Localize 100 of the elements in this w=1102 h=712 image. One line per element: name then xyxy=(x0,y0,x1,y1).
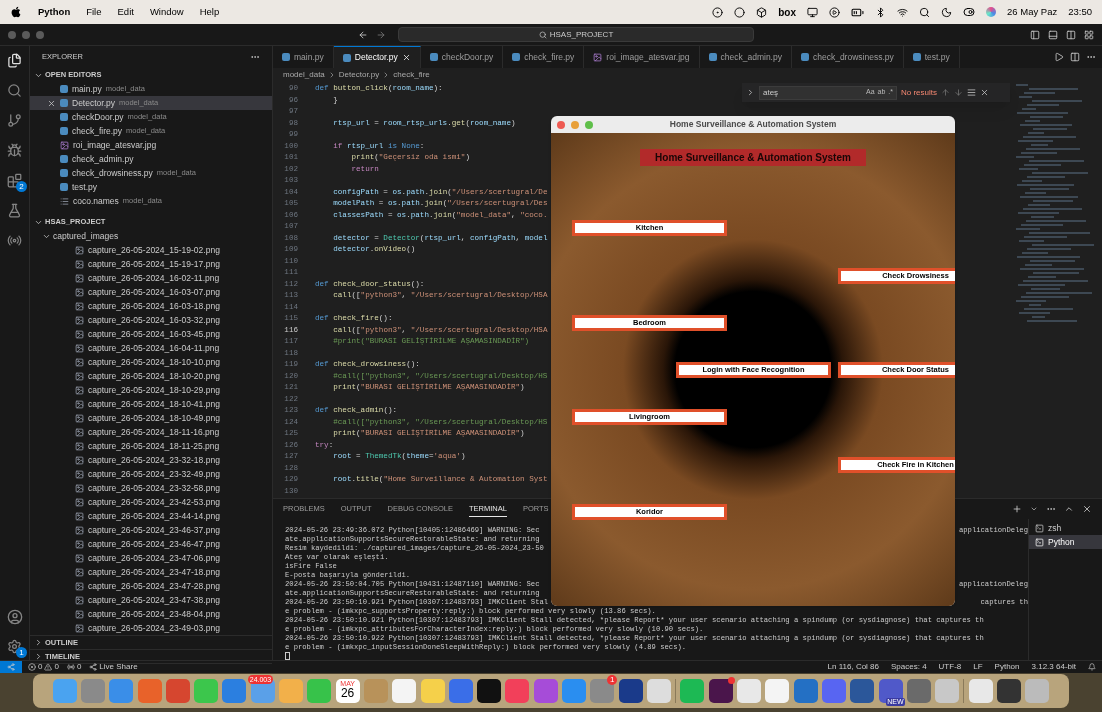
app-icon[interactable] xyxy=(708,679,733,703)
editor-tab[interactable]: roi_image_atesvar.jpg xyxy=(584,46,700,68)
extensions-icon[interactable] xyxy=(7,173,22,188)
file-item[interactable]: capture_26-05-2024_23-44-14.png xyxy=(30,509,272,523)
menu-bar-date[interactable]: 26 May Paz xyxy=(1007,4,1058,20)
display-icon[interactable] xyxy=(807,6,819,18)
find-in-selection-icon[interactable] xyxy=(967,88,976,97)
file-item[interactable]: capture_26-05-2024_16-03-07.png xyxy=(30,285,272,299)
app-icon[interactable] xyxy=(997,679,1022,703)
terminal-session[interactable]: Python xyxy=(1029,535,1102,549)
status-item[interactable]: Python xyxy=(994,661,1020,673)
close-icon[interactable] xyxy=(980,88,989,97)
folder-item[interactable]: captured_images xyxy=(30,229,272,243)
menu-item[interactable]: Window xyxy=(149,4,184,20)
layout-icon[interactable] xyxy=(1084,29,1094,40)
file-item[interactable]: capture_26-05-2024_23-47-06.png xyxy=(30,551,272,565)
file-item[interactable]: capture_26-05-2024_18-10-41.png xyxy=(30,397,272,411)
file-item[interactable]: capture_26-05-2024_16-03-18.png xyxy=(30,299,272,313)
file-item[interactable]: capture_26-05-2024_16-02-11.png xyxy=(30,271,272,285)
open-editor-item[interactable]: roi_image_atesvar.jpg xyxy=(30,138,272,152)
apple-logo-icon[interactable] xyxy=(10,6,22,18)
branch-icon[interactable] xyxy=(7,113,22,128)
control-center-icon[interactable] xyxy=(963,6,976,18)
file-item[interactable]: capture_26-05-2024_16-04-11.png xyxy=(30,341,272,355)
file-item[interactable]: capture_26-05-2024_18-10-29.png xyxy=(30,383,272,397)
file-item[interactable]: capture_26-05-2024_15-19-17.png xyxy=(30,257,272,271)
explorer-icon[interactable] xyxy=(7,53,22,68)
close-window-icon[interactable] xyxy=(8,30,16,39)
file-item[interactable]: capture_26-05-2024_16-03-45.png xyxy=(30,327,272,341)
close-icon[interactable] xyxy=(1082,504,1092,514)
forward-icon[interactable] xyxy=(376,29,386,40)
file-item[interactable]: capture_26-05-2024_23-42-53.png xyxy=(30,495,272,509)
close-window-icon[interactable] xyxy=(557,120,565,129)
circle-icon[interactable] xyxy=(734,6,746,18)
box-menu-label[interactable]: box xyxy=(778,4,797,20)
terminal-session[interactable]: zsh xyxy=(1029,521,1102,535)
siri-icon[interactable] xyxy=(986,7,997,17)
search-icon[interactable] xyxy=(919,6,931,18)
file-item[interactable]: capture_26-05-2024_16-03-32.png xyxy=(30,313,272,327)
status-item[interactable]: Ln 116, Col 86 xyxy=(827,661,879,673)
editor-tab[interactable]: check_admin.py xyxy=(699,46,792,68)
open-editor-item[interactable]: test.py xyxy=(30,180,272,194)
file-item[interactable]: capture_26-05-2024_23-32-18.png xyxy=(30,453,272,467)
editor-tab[interactable]: check_fire.py xyxy=(503,46,585,68)
menu-bar-time[interactable]: 23:50 xyxy=(1068,4,1092,20)
file-item[interactable]: capture_26-05-2024_18-10-10.png xyxy=(30,355,272,369)
new-terminal-icon[interactable] xyxy=(1012,504,1022,514)
ports-status[interactable]: 0 xyxy=(66,661,82,673)
file-item[interactable]: capture_26-05-2024_18-10-20.png xyxy=(30,369,272,383)
close-icon[interactable] xyxy=(401,53,411,62)
remote-icon[interactable] xyxy=(7,233,22,248)
flask-icon[interactable] xyxy=(7,203,22,218)
file-item[interactable]: capture_26-05-2024_23-47-18.png xyxy=(30,565,272,579)
file-item[interactable]: capture_26-05-2024_18-11-25.png xyxy=(30,439,272,453)
chevron-icon[interactable] xyxy=(1030,505,1038,513)
box-icon[interactable] xyxy=(756,6,768,18)
file-item[interactable]: capture_26-05-2024_18-10-49.png xyxy=(30,411,272,425)
next-match-icon[interactable] xyxy=(954,88,963,97)
play-icon[interactable] xyxy=(829,6,841,18)
editor-tab[interactable]: checkDoor.py xyxy=(420,46,504,68)
run-icon[interactable] xyxy=(1054,52,1064,62)
status-item[interactable]: 3.12.3 64-bit xyxy=(1031,661,1076,673)
file-item[interactable]: capture_26-05-2024_23-32-49.png xyxy=(30,467,272,481)
file-item[interactable]: capture_26-05-2024_23-48-04.png xyxy=(30,607,272,621)
file-item[interactable]: capture_26-05-2024_23-46-47.png xyxy=(30,537,272,551)
file-item[interactable]: capture_26-05-2024_23-49-03.png xyxy=(30,621,272,635)
wifi-icon[interactable] xyxy=(897,6,909,18)
app-menu[interactable]: Python xyxy=(38,4,71,20)
status-item[interactable]: Spaces: 4 xyxy=(891,661,927,673)
notifications-icon[interactable] xyxy=(1088,663,1096,671)
maximize-panel-icon[interactable] xyxy=(1064,504,1074,514)
account-icon[interactable] xyxy=(6,609,23,625)
previous-match-icon[interactable] xyxy=(941,88,950,97)
command-center-search[interactable]: HSAS_PROJECT xyxy=(398,27,754,42)
menu-item[interactable]: File xyxy=(86,4,102,20)
menu-item[interactable]: Help xyxy=(199,4,220,20)
status-item[interactable]: LF xyxy=(973,661,983,673)
problems-status[interactable]: 0 0 xyxy=(28,661,59,673)
breadcrumb-item[interactable]: Detector.py xyxy=(338,69,380,81)
live-share-status[interactable]: Live Share xyxy=(89,661,138,673)
file-item[interactable]: capture_26-05-2024_23-32-58.png xyxy=(30,481,272,495)
minimize-window-icon[interactable] xyxy=(22,30,30,39)
zoom-window-icon[interactable] xyxy=(36,30,44,39)
chevron-icon[interactable] xyxy=(746,88,755,97)
back-icon[interactable] xyxy=(358,29,368,40)
editor-tab[interactable]: test.py xyxy=(903,46,960,68)
moon-icon[interactable] xyxy=(941,6,953,18)
toggle-secondary-sidebar-icon[interactable] xyxy=(1066,29,1076,40)
open-editor-item[interactable]: check_admin.py xyxy=(30,152,272,166)
record-icon[interactable] xyxy=(712,6,724,18)
toggle-panel-icon[interactable] xyxy=(1048,29,1058,40)
settings-icon[interactable] xyxy=(7,639,22,654)
menu-item[interactable]: Edit xyxy=(117,4,134,20)
editor-tab[interactable]: check_drowsiness.py xyxy=(791,46,904,68)
close-icon[interactable] xyxy=(46,98,56,108)
app-icon[interactable] xyxy=(477,679,502,703)
editor-tab[interactable]: main.py xyxy=(273,46,334,68)
file-item[interactable]: capture_26-05-2024_15-19-02.png xyxy=(30,243,272,257)
file-item[interactable]: capture_26-05-2024_23-47-28.png xyxy=(30,579,272,593)
toggle-sidebar-icon[interactable] xyxy=(1030,29,1040,40)
